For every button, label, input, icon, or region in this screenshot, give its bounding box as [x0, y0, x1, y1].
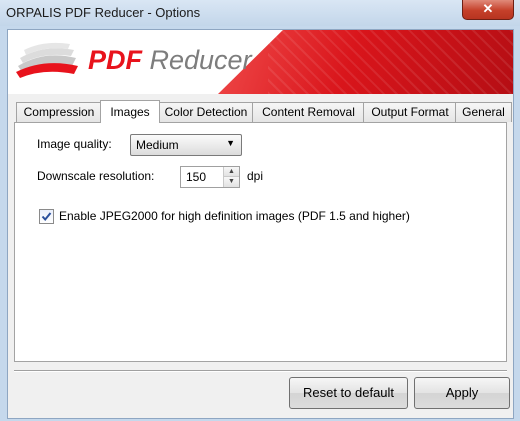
product-logo: PDF Reducer: [88, 45, 252, 76]
tab-output-format[interactable]: Output Format: [363, 102, 457, 122]
stepper-up-icon[interactable]: ▲: [224, 167, 239, 177]
dpi-unit-label: dpi: [247, 169, 264, 183]
tab-general[interactable]: General: [455, 102, 512, 122]
footer-separator: [14, 370, 507, 372]
title-bar[interactable]: ORPALIS PDF Reducer - Options ✕: [0, 0, 520, 26]
close-icon: ✕: [482, 1, 494, 16]
logo-text-reducer: Reducer: [142, 45, 252, 75]
banner-pattern-decoration: [268, 30, 513, 94]
logo-text-pdf: PDF: [88, 45, 142, 75]
stacked-paper-logo-icon: [16, 42, 78, 78]
chevron-down-icon: ▼: [226, 138, 235, 148]
dialog-client-area: PDF Reducer Compression Images Color Det…: [7, 29, 514, 419]
image-quality-select[interactable]: Medium ▼: [130, 134, 242, 156]
options-window: ORPALIS PDF Reducer - Options ✕ PDF Redu…: [0, 0, 520, 421]
tab-color-detection[interactable]: Color Detection: [158, 102, 254, 122]
tab-content-removal[interactable]: Content Removal: [252, 102, 365, 122]
options-tab-bar: Compression Images Color Detection Conte…: [16, 100, 512, 123]
jpeg2000-label[interactable]: Enable JPEG2000 for high definition imag…: [59, 209, 410, 223]
images-tab-panel: Image quality: Medium ▼ Downscale resolu…: [14, 122, 507, 362]
checkmark-icon: [41, 212, 52, 222]
apply-button[interactable]: Apply: [414, 377, 510, 409]
stepper-down-icon[interactable]: ▼: [224, 177, 239, 187]
tab-compression[interactable]: Compression: [16, 102, 102, 122]
jpeg2000-checkbox[interactable]: [39, 209, 54, 224]
product-banner: PDF Reducer: [8, 30, 513, 94]
reset-to-default-button[interactable]: Reset to default: [289, 377, 408, 409]
image-quality-value: Medium: [136, 138, 179, 152]
image-quality-label: Image quality:: [37, 137, 112, 151]
close-button[interactable]: ✕: [462, 0, 514, 20]
tab-images[interactable]: Images: [100, 100, 160, 123]
stepper-buttons: ▲ ▼: [223, 167, 239, 187]
downscale-resolution-value[interactable]: 150: [186, 170, 206, 184]
window-title: ORPALIS PDF Reducer - Options: [6, 5, 201, 20]
downscale-resolution-label: Downscale resolution:: [37, 169, 155, 183]
downscale-resolution-stepper[interactable]: 150 ▲ ▼: [180, 166, 240, 188]
